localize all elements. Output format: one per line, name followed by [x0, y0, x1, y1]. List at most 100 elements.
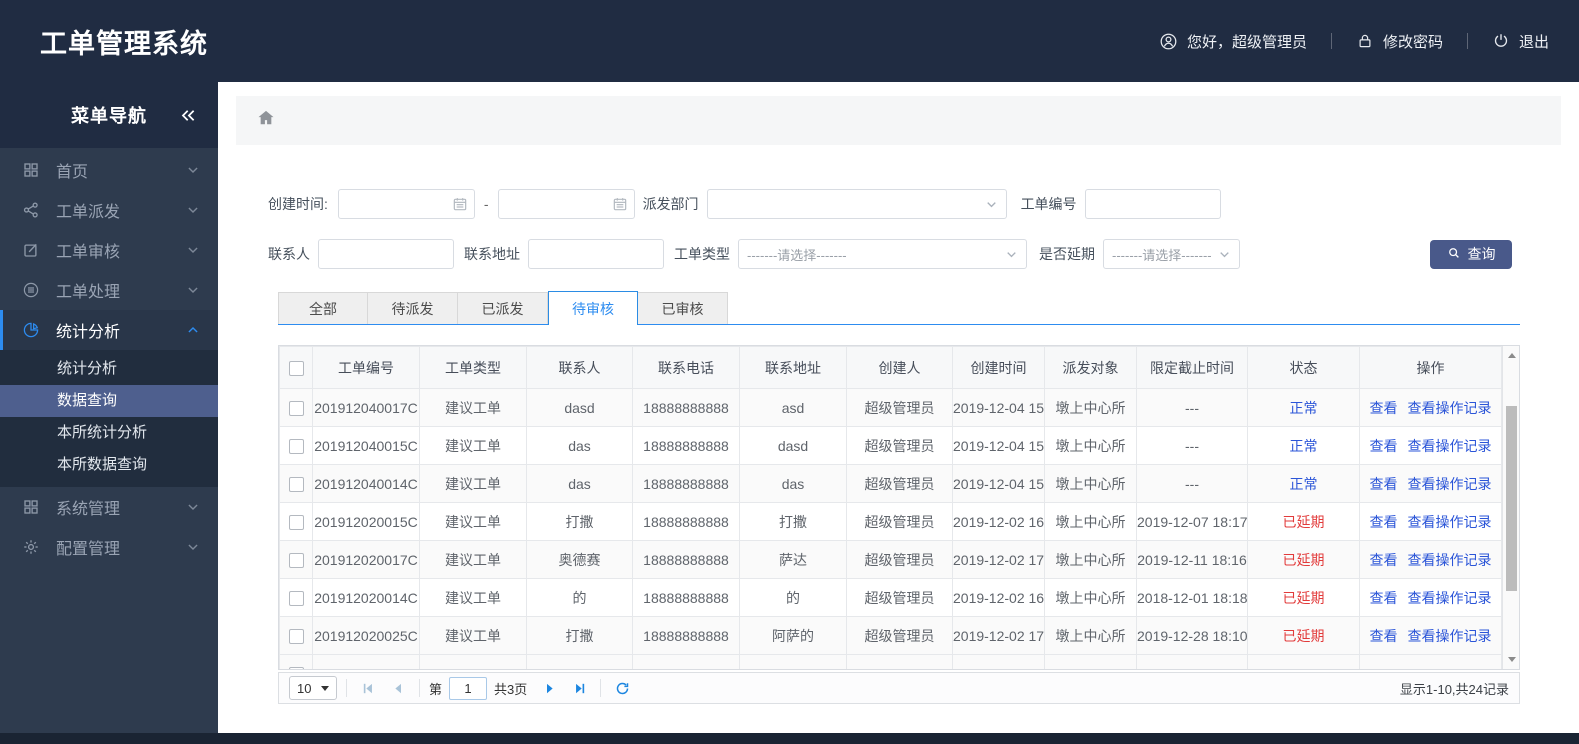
- cell-creator: 超级管理员: [846, 464, 953, 503]
- create-time-start-input[interactable]: [337, 189, 475, 219]
- chevron-down-icon: [186, 243, 200, 257]
- row-checkbox[interactable]: [288, 666, 304, 669]
- view-operation-log-link[interactable]: 查看操作记录: [1408, 400, 1492, 416]
- contact-field[interactable]: [319, 246, 453, 262]
- cell-status: 正常: [1247, 388, 1360, 427]
- submenu-item-data-query[interactable]: 数据查询: [0, 385, 218, 417]
- chevron-down-icon: [186, 203, 200, 217]
- search-button[interactable]: 查询: [1430, 239, 1512, 269]
- sidebar-menu: 首页 工单派发 工单审核 工单处理 统计分析 统计分析 数据查询 本所统计分析 …: [0, 148, 218, 567]
- col-contact: 联系人: [526, 346, 633, 389]
- prev-page-button[interactable]: [386, 676, 410, 700]
- view-link[interactable]: 查看: [1370, 400, 1398, 416]
- cell-order-no: 201912020014C: [312, 578, 420, 617]
- row-checkbox[interactable]: [288, 628, 304, 644]
- view-link[interactable]: 查看: [1370, 628, 1398, 644]
- col-creator: 创建人: [846, 346, 953, 389]
- power-icon: [1492, 32, 1510, 50]
- chevron-down-icon: [186, 163, 200, 177]
- sidebar-item-statistics[interactable]: 统计分析: [0, 310, 218, 350]
- dispatch-dept-label: 派发部门: [642, 196, 699, 212]
- row-select-cell: [279, 578, 313, 617]
- cell-status: 正常: [1247, 426, 1360, 465]
- calendar-icon[interactable]: [612, 196, 628, 212]
- tab-all[interactable]: 全部: [278, 292, 368, 325]
- table-row: 201912020014C 建议工单 的 18888888888 的 超级管理员…: [279, 578, 1502, 617]
- create-time-end-input[interactable]: [497, 189, 635, 219]
- table-scrollbar[interactable]: [1502, 346, 1519, 669]
- select-all-checkbox[interactable]: [288, 360, 304, 376]
- page-size-select[interactable]: 10: [289, 676, 337, 700]
- sidebar-item-process[interactable]: 工单处理: [0, 270, 218, 310]
- logout-button[interactable]: 退出: [1492, 31, 1549, 52]
- scrollbar-thumb[interactable]: [1506, 406, 1517, 591]
- tab-pending-review[interactable]: 待审核: [548, 291, 638, 325]
- cell-order-type: 建议工单: [419, 426, 527, 465]
- sidebar-item-dispatch[interactable]: 工单派发: [0, 190, 218, 230]
- cell-address: 萨达: [739, 540, 847, 579]
- next-page-button[interactable]: [537, 676, 561, 700]
- sidebar-item-config[interactable]: 配置管理: [0, 527, 218, 567]
- view-operation-log-link[interactable]: 查看操作记录: [1408, 514, 1492, 530]
- share-icon: [22, 201, 42, 219]
- view-link[interactable]: 查看: [1370, 438, 1398, 454]
- cell-address: dasd: [739, 426, 847, 465]
- view-link[interactable]: 查看: [1370, 514, 1398, 530]
- row-checkbox[interactable]: [288, 514, 304, 530]
- tab-pending-dispatch[interactable]: 待派发: [368, 292, 458, 325]
- submenu-item-local-data-query[interactable]: 本所数据查询: [0, 449, 218, 481]
- page-number-input[interactable]: [449, 676, 488, 700]
- scroll-down-icon[interactable]: [1508, 657, 1516, 662]
- submenu-item-statistics[interactable]: 统计分析: [0, 353, 218, 385]
- tab-reviewed[interactable]: 已审核: [638, 292, 728, 325]
- dispatch-dept-select[interactable]: [706, 189, 1007, 219]
- sidebar-item-review[interactable]: 工单审核: [0, 230, 218, 270]
- row-checkbox[interactable]: [288, 400, 304, 416]
- view-link[interactable]: 查看: [1370, 590, 1398, 606]
- cell-deadline: 2019-12-28 18:10: [1136, 616, 1248, 655]
- pie-chart-icon: [22, 321, 42, 339]
- row-checkbox[interactable]: [288, 438, 304, 454]
- submenu-item-local-statistics[interactable]: 本所统计分析: [0, 417, 218, 449]
- tab-dispatched[interactable]: 已派发: [458, 292, 548, 325]
- view-operation-log-link[interactable]: 查看操作记录: [1408, 438, 1492, 454]
- sidebar-item-system[interactable]: 系统管理: [0, 487, 218, 527]
- calendar-icon[interactable]: [452, 196, 468, 212]
- date-end-field[interactable]: [498, 196, 612, 212]
- view-link[interactable]: 查看: [1370, 552, 1398, 568]
- change-password-button[interactable]: 修改密码: [1356, 31, 1443, 52]
- address-field[interactable]: [529, 246, 663, 262]
- first-page-button[interactable]: [356, 676, 380, 700]
- row-checkbox[interactable]: [288, 552, 304, 568]
- refresh-button[interactable]: [610, 676, 634, 700]
- row-select-cell: [279, 540, 313, 579]
- date-start-field[interactable]: [338, 196, 452, 212]
- collapse-sidebar-icon[interactable]: [179, 106, 198, 130]
- scroll-up-icon[interactable]: [1508, 353, 1516, 358]
- cell-contact: 的: [526, 578, 633, 617]
- order-type-label: 工单类型: [674, 246, 730, 262]
- order-type-select[interactable]: -------请选择-------: [738, 239, 1027, 269]
- order-no-input[interactable]: [1084, 189, 1221, 219]
- home-icon[interactable]: [256, 108, 276, 133]
- sidebar-title: 菜单导航: [0, 82, 218, 148]
- row-checkbox[interactable]: [288, 476, 304, 492]
- cell-phone: 18888888888: [632, 464, 740, 503]
- cell-phone: 18888888888: [632, 616, 740, 655]
- view-link[interactable]: 查看: [1370, 476, 1398, 492]
- cell-status: 已延期: [1247, 578, 1360, 617]
- view-operation-log-link[interactable]: 查看操作记录: [1408, 552, 1492, 568]
- user-greeting[interactable]: 您好，超级管理员: [1159, 31, 1307, 52]
- contact-input[interactable]: [318, 239, 454, 269]
- sidebar-item-home[interactable]: 首页: [0, 150, 218, 190]
- cell-phone: 18888888888: [632, 540, 740, 579]
- order-no-field[interactable]: [1085, 196, 1220, 212]
- row-checkbox[interactable]: [288, 590, 304, 606]
- view-operation-log-link[interactable]: 查看操作记录: [1408, 628, 1492, 644]
- address-input[interactable]: [528, 239, 664, 269]
- last-page-button[interactable]: [567, 676, 591, 700]
- delay-select[interactable]: -------请选择-------: [1103, 239, 1240, 269]
- view-operation-log-link[interactable]: 查看操作记录: [1408, 590, 1492, 606]
- view-operation-log-link[interactable]: 查看操作记录: [1408, 476, 1492, 492]
- table-row: 201912020025C 建议工单 打撒 18888888888 阿萨的 超级…: [279, 616, 1502, 655]
